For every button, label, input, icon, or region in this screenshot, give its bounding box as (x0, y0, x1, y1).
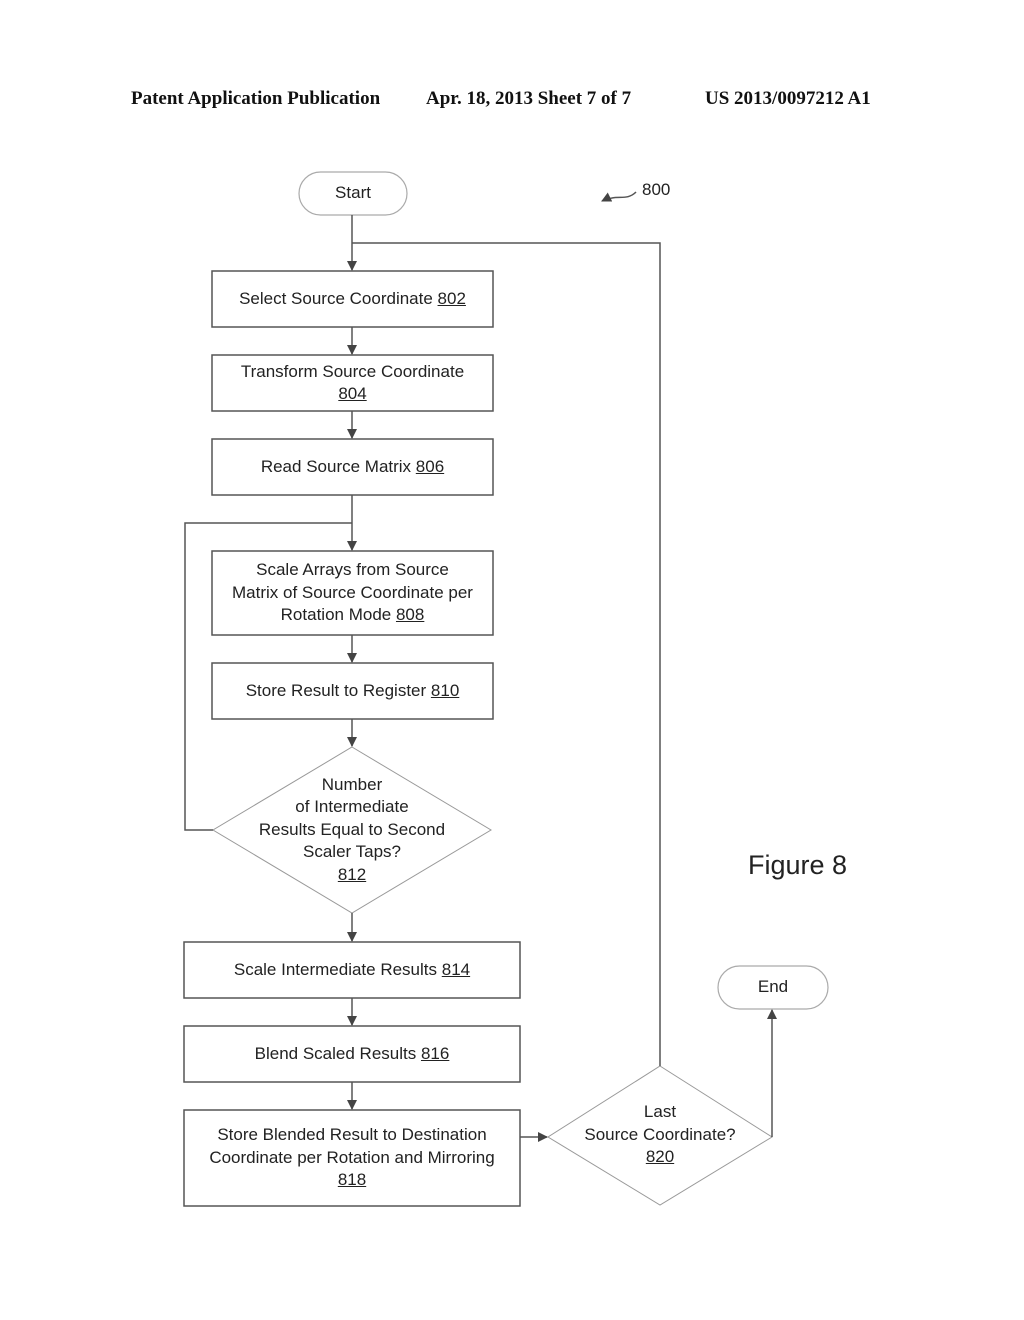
node-808-line-3: Rotation Mode (280, 605, 392, 625)
node-812-text: Number of Intermediate Results Equal to … (213, 772, 491, 888)
node-802-text: Select Source Coordinate 802 (212, 271, 493, 327)
node-808-ref: 808 (395, 605, 425, 625)
node-806-ref: 806 (415, 456, 445, 476)
node-818-text: Store Blended Result to Destination Coor… (184, 1110, 520, 1206)
reference-arrow-800 (601, 191, 637, 202)
node-820-line-1: Last (643, 1102, 677, 1122)
node-804-ref: 804 (338, 384, 367, 403)
node-814-ref: 814 (441, 959, 471, 979)
node-802-ref: 802 (437, 288, 466, 308)
end-label: End (757, 977, 789, 997)
node-810-label: Store Result to Register (245, 680, 427, 700)
node-812-ref: 812 (337, 864, 367, 884)
node-810-ref: 810 (430, 680, 460, 700)
node-814-text: Scale Intermediate Results 814 (184, 942, 520, 998)
node-816-ref: 816 (420, 1043, 450, 1063)
node-806-text: Read Source Matrix 806 (212, 439, 493, 495)
node-808-text: Scale Arrays from Source Matrix of Sourc… (212, 551, 493, 635)
node-814-label: Scale Intermediate Results (233, 959, 438, 979)
node-808-line-2: Matrix of Source Coordinate per (232, 582, 473, 602)
node-820-ref: 820 (645, 1147, 675, 1167)
node-820-line-2: Source Coordinate? (584, 1124, 736, 1144)
node-818-line-2: Coordinate per Rotation and Mirroring (209, 1147, 495, 1167)
node-810-text: Store Result to Register 810 (212, 663, 493, 719)
node-804-text: Transform Source Coordinate 804 (212, 355, 493, 411)
node-812-line-1: Number (321, 774, 383, 794)
node-820-text: Last Source Coordinate? 820 (548, 1100, 772, 1170)
node-812-line-4: Scaler Taps? (303, 842, 401, 862)
node-808-line-1: Scale Arrays from Source (256, 560, 449, 580)
node-802-label: Select Source Coordinate (239, 288, 433, 308)
node-812-line-3: Results Equal to Second (258, 819, 446, 839)
node-812-line-2: of Intermediate (295, 797, 409, 817)
node-806-label: Read Source Matrix (260, 456, 412, 476)
start-label: Start (335, 183, 371, 203)
node-818-ref: 818 (337, 1170, 367, 1190)
figure-reference-number: 800 (642, 180, 671, 199)
figure-label: Figure 8 (748, 850, 848, 880)
node-816-label: Blend Scaled Results (254, 1043, 417, 1063)
node-818-line-1: Store Blended Result to Destination (217, 1125, 487, 1145)
node-804-label: Transform Source Coordinate (240, 361, 465, 381)
node-816-text: Blend Scaled Results 816 (184, 1026, 520, 1082)
